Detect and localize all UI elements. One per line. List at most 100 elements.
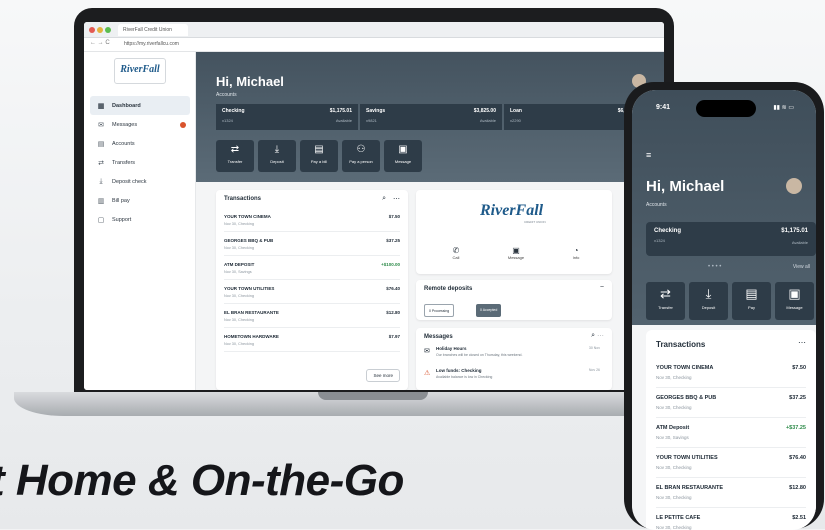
menu-icon[interactable]: ≡ xyxy=(646,150,651,160)
transaction-amount: $37.25 xyxy=(386,238,400,243)
quick-action-pay-a-person[interactable]: ⚇ Pay a person xyxy=(342,140,380,172)
phone-quick-action-message[interactable]: ▣ Message xyxy=(775,282,814,320)
quick-action-label: Transfer xyxy=(658,305,673,310)
transaction-date: Nov 30, Checking xyxy=(224,222,254,226)
transaction-date: Nov 30, Checking xyxy=(656,525,692,530)
transaction-name: YOUR TOWN UTILITIES xyxy=(224,286,275,291)
quick-action-label: Message xyxy=(394,159,412,164)
address-bar[interactable]: ← → C https://my.riverfallcu.com xyxy=(84,38,664,52)
call-icon: ✆ xyxy=(452,246,460,255)
phone-transactions-title: Transactions xyxy=(656,340,706,349)
list-item[interactable]: EL BRAN RESTAURANTE Nov 30, Checking $12.8… xyxy=(656,478,806,508)
account-available-label: Available xyxy=(335,118,352,123)
accepted-pill[interactable]: 0 Accepted xyxy=(476,304,502,317)
quick-action-deposit[interactable]: ⤓ Deposit xyxy=(258,140,296,172)
list-item[interactable]: YOUR TOWN UTILITIES Nov 30, Checking $76.4… xyxy=(656,448,806,478)
list-item[interactable]: YOUR TOWN CINEMA Nov 30, Checking $7.50 xyxy=(656,358,806,388)
sidebar-item-dashboard[interactable]: ▦ Dashboard xyxy=(90,96,190,115)
logo-tagline: CREDIT UNION xyxy=(524,220,546,224)
transactions-title: Transactions xyxy=(224,196,262,202)
table-row[interactable]: YOUR TOWN UTILITIES Nov 30, Checking $76.4… xyxy=(224,282,400,304)
table-row[interactable]: ATM DEPOSIT Nov 30, Savings +$100.00 xyxy=(224,258,400,280)
message-title: Low funds: Checking xyxy=(436,368,482,373)
sidebar-item-accounts[interactable]: ▤ Accounts xyxy=(90,134,190,153)
phone-quick-action-transfer[interactable]: ⇄ Transfer xyxy=(646,282,685,320)
sidebar-item-label: Dashboard xyxy=(112,102,141,109)
sidebar-item-bill-pay[interactable]: ▥ Bill pay xyxy=(90,191,190,210)
close-window-dot[interactable] xyxy=(89,27,95,33)
more-icon[interactable]: ⋯ xyxy=(393,195,400,203)
quick-action-transfer[interactable]: ⇄ Transfer xyxy=(216,140,254,172)
quick-action-message[interactable]: ▣ Message xyxy=(384,140,422,172)
collapse-icon[interactable]: − xyxy=(600,284,604,291)
status-time: 9:41 xyxy=(656,104,671,111)
search-icon[interactable]: ⌕ xyxy=(382,195,386,203)
account-tile[interactable]: Checking $1,175.01 x1324 Available xyxy=(216,104,358,130)
transaction-name: YOUR TOWN UTILITIES xyxy=(656,455,718,461)
transaction-date: Nov 30, Savings xyxy=(656,435,689,440)
url-text[interactable]: https://my.riverfallcu.com xyxy=(124,41,179,47)
remote-deposits-title: Remote deposits xyxy=(424,286,473,292)
table-row[interactable]: GEORGES BBQ & PUB Nov 30, Checking $37.25 xyxy=(224,234,400,256)
phone-quick-action-deposit[interactable]: ⤓ Deposit xyxy=(689,282,728,320)
contact-message-button[interactable]: ▣ Message xyxy=(496,246,536,260)
sidebar-item-messages[interactable]: ✉ Messages xyxy=(90,115,190,134)
table-row[interactable]: YOUR TOWN CINEMA Nov 30, Checking $7.50 xyxy=(224,210,400,232)
search-icon[interactable]: ⌕ ⋯ xyxy=(591,332,604,340)
message-icon: ▣ xyxy=(512,246,520,255)
contact-call-button[interactable]: ✆ Call xyxy=(436,246,476,260)
phone-checking-card[interactable]: Checking $1,175.01 x1324 Available xyxy=(646,222,816,256)
sidebar-item-deposit-check[interactable]: ⤓ Deposit check xyxy=(90,172,190,191)
list-item[interactable]: LE PETITE CAFE Nov 30, Checking $2.51 xyxy=(656,508,806,530)
dashboard-main: Hi, Michael Accounts Checking $1,175.01 x1… xyxy=(196,52,664,390)
message-item[interactable]: ✉ Holiday Hours Our branches will be close… xyxy=(424,346,600,366)
phone-avatar[interactable] xyxy=(786,178,802,194)
sidebar-item-transfers[interactable]: ⇄ Transfers xyxy=(90,153,190,172)
browser-tabbar: RiverFall Credit Union xyxy=(84,22,664,38)
browser-tab[interactable]: RiverFall Credit Union xyxy=(118,24,188,36)
minimize-window-dot[interactable] xyxy=(97,27,103,33)
riverfall-logo-small[interactable]: RiverFall xyxy=(114,58,166,84)
message-date: 30 Nov xyxy=(588,346,600,350)
sidebar-item-label: Deposit check xyxy=(112,178,147,185)
sidebar-item-label: Accounts xyxy=(112,140,135,147)
message-date: Nov 26 xyxy=(588,368,600,372)
accounts-label: Accounts xyxy=(216,92,237,98)
see-more-button[interactable]: See more xyxy=(366,369,400,382)
quick-action-pay-a-bill[interactable]: ▤ Pay a bill xyxy=(300,140,338,172)
deposit-icon: ⤓ xyxy=(274,144,280,155)
greeting: Hi, Michael xyxy=(216,74,284,89)
phone-screen: 9:41 ▮▮ ≋ ▭ ≡ Hi, Michael Accounts Check… xyxy=(632,90,816,530)
carousel-dots[interactable]: • • • • xyxy=(708,264,721,270)
processing-pill[interactable]: 0 Processing xyxy=(424,304,455,317)
contact-info-button[interactable]: ◔ Info xyxy=(556,246,596,260)
message-preview: Available balance is low in Checking xyxy=(436,375,493,379)
account-tile[interactable]: Savings $3,825.00 x9821 Available xyxy=(360,104,502,130)
view-all-link[interactable]: View all xyxy=(793,264,810,270)
quick-action-label: Pay xyxy=(748,305,755,310)
transfer-icon: ⇄ xyxy=(230,144,240,155)
more-icon[interactable]: ⋯ xyxy=(798,338,806,347)
transfer-icon: ⇄ xyxy=(98,159,104,167)
headline: t Home & On-the-Go xyxy=(0,456,404,505)
account-amount: $3,825.00 xyxy=(473,108,496,114)
transaction-amount: $12.80 xyxy=(789,485,806,491)
phone-quick-action-pay[interactable]: ▤ Pay xyxy=(732,282,771,320)
table-row[interactable]: HOMETOWN HARDWARE Nov 30, Checking $7.97 xyxy=(224,330,400,352)
list-item[interactable]: GEORGES BBQ & PUB Nov 30, Checking $37.25 xyxy=(656,388,806,418)
dynamic-island xyxy=(696,100,756,117)
maximize-window-dot[interactable] xyxy=(105,27,111,33)
support-icon: ▢ xyxy=(97,216,105,224)
account-number: x2290 xyxy=(510,118,521,123)
chat-icon: ▣ xyxy=(398,144,408,155)
transfer-icon: ⇄ xyxy=(660,286,671,301)
contact-label: Call xyxy=(452,255,460,260)
list-item[interactable]: ATM Deposit Nov 30, Savings +$37.25 xyxy=(656,418,806,448)
info-icon: ◔ xyxy=(573,246,579,255)
sidebar-item-support[interactable]: ▢ Support xyxy=(90,210,190,229)
quick-action-label: Deposit xyxy=(701,305,716,310)
transaction-name: LE PETITE CAFE xyxy=(656,515,701,521)
table-row[interactable]: EL BRAN RESTAURANTE Nov 30, Checking $12.8… xyxy=(224,306,400,328)
back-forward-icon[interactable]: ← → C xyxy=(90,40,110,46)
message-item[interactable]: ⚠ Low funds: Checking Available balance is… xyxy=(424,368,600,388)
